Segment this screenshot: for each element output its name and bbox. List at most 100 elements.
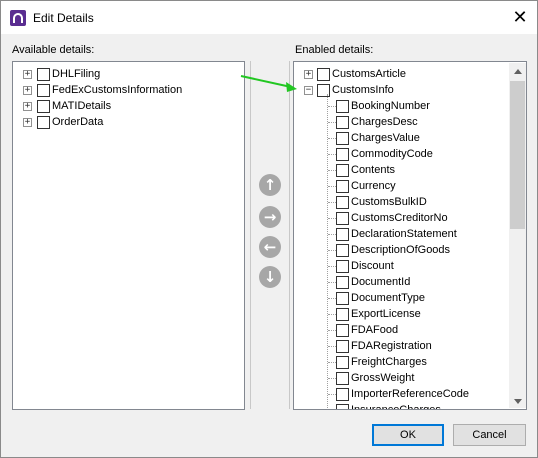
tree-child-item[interactable]: CommodityCode — [294, 146, 506, 162]
item-checkbox[interactable] — [336, 180, 349, 193]
expand-icon[interactable]: + — [23, 118, 32, 127]
tree-item-label: ImporterReferenceCode — [351, 388, 470, 400]
tree-connector-line — [328, 170, 336, 171]
move-buttons-strip: ↑ → ← ↓ — [250, 61, 290, 409]
tree-item-label: FedExCustomsInformation — [52, 84, 183, 96]
available-details-tree[interactable]: + DHLFiling + FedExCustomsInformation + MATID… — [12, 61, 245, 410]
move-right-button[interactable]: → — [259, 206, 281, 228]
tree-child-item[interactable]: CustomsBulkID — [294, 194, 506, 210]
item-checkbox[interactable] — [336, 116, 349, 129]
item-checkbox[interactable] — [317, 68, 330, 81]
tree-child-item[interactable]: Discount — [294, 258, 506, 274]
tree-item-label: OrderData — [52, 116, 104, 128]
tree-item[interactable]: + CustomsArticle — [294, 66, 506, 82]
expand-icon[interactable]: + — [23, 102, 32, 111]
tree-child-item[interactable]: BookingNumber — [294, 98, 506, 114]
item-checkbox[interactable] — [336, 292, 349, 305]
item-checkbox[interactable] — [336, 228, 349, 241]
tree-item-label: CustomsInfo — [332, 84, 394, 96]
close-button[interactable]: ✕ — [505, 5, 535, 31]
tree-item-label: FreightCharges — [351, 356, 427, 368]
tree-item[interactable]: + DHLFiling — [13, 66, 243, 82]
item-checkbox[interactable] — [336, 196, 349, 209]
title-bar: Edit Details ✕ — [1, 1, 537, 34]
tree-connector-line — [328, 122, 336, 123]
tree-item[interactable]: + FedExCustomsInformation — [13, 82, 243, 98]
item-checkbox[interactable] — [336, 404, 349, 409]
tree-item[interactable]: − CustomsInfo — [294, 82, 506, 98]
tree-item-label: MATIDetails — [52, 100, 112, 112]
tree-item-label: DHLFiling — [52, 68, 101, 80]
expand-icon[interactable]: + — [23, 86, 32, 95]
ok-button[interactable]: OK — [372, 424, 444, 446]
tree-item-label: CustomsArticle — [332, 68, 406, 80]
tree-connector-line — [328, 154, 336, 155]
item-checkbox[interactable] — [37, 116, 50, 129]
tree-item-label: GrossWeight — [351, 372, 415, 384]
item-checkbox[interactable] — [336, 388, 349, 401]
tree-connector-line — [328, 394, 336, 395]
vertical-scrollbar[interactable] — [509, 63, 526, 408]
move-up-button[interactable]: ↑ — [259, 174, 281, 196]
tree-item-label: ChargesValue — [351, 132, 420, 144]
tree-connector-line — [328, 314, 336, 315]
tree-child-item[interactable]: InsuranceCharges — [294, 402, 506, 409]
item-checkbox[interactable] — [336, 276, 349, 289]
tree-child-item[interactable]: GrossWeight — [294, 370, 506, 386]
tree-child-item[interactable]: ImporterReferenceCode — [294, 386, 506, 402]
expand-icon[interactable]: + — [23, 70, 32, 79]
item-checkbox[interactable] — [336, 132, 349, 145]
tree-connector-line — [328, 250, 336, 251]
tree-child-item[interactable]: ChargesDesc — [294, 114, 506, 130]
item-checkbox[interactable] — [336, 372, 349, 385]
tree-item-label: DeclarationStatement — [351, 228, 457, 240]
window-title: Edit Details — [33, 11, 94, 25]
tree-connector-line — [328, 298, 336, 299]
tree-child-item[interactable]: DocumentType — [294, 290, 506, 306]
item-checkbox[interactable] — [336, 100, 349, 113]
tree-child-item[interactable]: ChargesValue — [294, 130, 506, 146]
tree-item-label: BookingNumber — [351, 100, 430, 112]
tree-child-item[interactable]: FDARegistration — [294, 338, 506, 354]
item-checkbox[interactable] — [336, 244, 349, 257]
item-checkbox[interactable] — [336, 164, 349, 177]
scrollbar-thumb[interactable] — [510, 81, 525, 229]
tree-child-item[interactable]: DescriptionOfGoods — [294, 242, 506, 258]
tree-child-item[interactable]: CustomsCreditorNo — [294, 210, 506, 226]
item-checkbox[interactable] — [37, 100, 50, 113]
move-left-button[interactable]: ← — [259, 236, 281, 258]
item-checkbox[interactable] — [336, 212, 349, 225]
item-checkbox[interactable] — [336, 356, 349, 369]
enabled-details-tree[interactable]: + CustomsArticle − CustomsInfo BookingNumber… — [293, 61, 527, 410]
tree-item[interactable]: + OrderData — [13, 114, 243, 130]
tree-child-item[interactable]: ExportLicense — [294, 306, 506, 322]
tree-connector-line — [328, 106, 336, 107]
item-checkbox[interactable] — [336, 148, 349, 161]
tree-child-item[interactable]: FDAFood — [294, 322, 506, 338]
item-checkbox[interactable] — [37, 68, 50, 81]
tree-connector-line — [328, 362, 336, 363]
item-checkbox[interactable] — [336, 324, 349, 337]
available-details-label: Available details: — [12, 44, 95, 56]
move-down-button[interactable]: ↓ — [259, 266, 281, 288]
dialog-window: Edit Details ✕ Available details: Enable… — [0, 0, 538, 458]
item-checkbox[interactable] — [336, 260, 349, 273]
expand-icon[interactable]: + — [304, 70, 313, 79]
item-checkbox[interactable] — [317, 84, 330, 97]
item-checkbox[interactable] — [37, 84, 50, 97]
item-checkbox[interactable] — [336, 340, 349, 353]
app-logo-icon — [10, 10, 26, 26]
tree-child-item[interactable]: FreightCharges — [294, 354, 506, 370]
collapse-icon[interactable]: − — [304, 86, 313, 95]
scroll-up-arrow-icon[interactable] — [514, 69, 522, 74]
item-checkbox[interactable] — [336, 308, 349, 321]
cancel-button[interactable]: Cancel — [453, 424, 526, 446]
tree-item[interactable]: + MATIDetails — [13, 98, 243, 114]
tree-connector-line — [328, 186, 336, 187]
tree-child-item[interactable]: Currency — [294, 178, 506, 194]
tree-child-item[interactable]: DocumentId — [294, 274, 506, 290]
tree-child-item[interactable]: Contents — [294, 162, 506, 178]
scroll-down-arrow-icon[interactable] — [514, 399, 522, 404]
tree-child-item[interactable]: DeclarationStatement — [294, 226, 506, 242]
tree-connector-line — [328, 218, 336, 219]
